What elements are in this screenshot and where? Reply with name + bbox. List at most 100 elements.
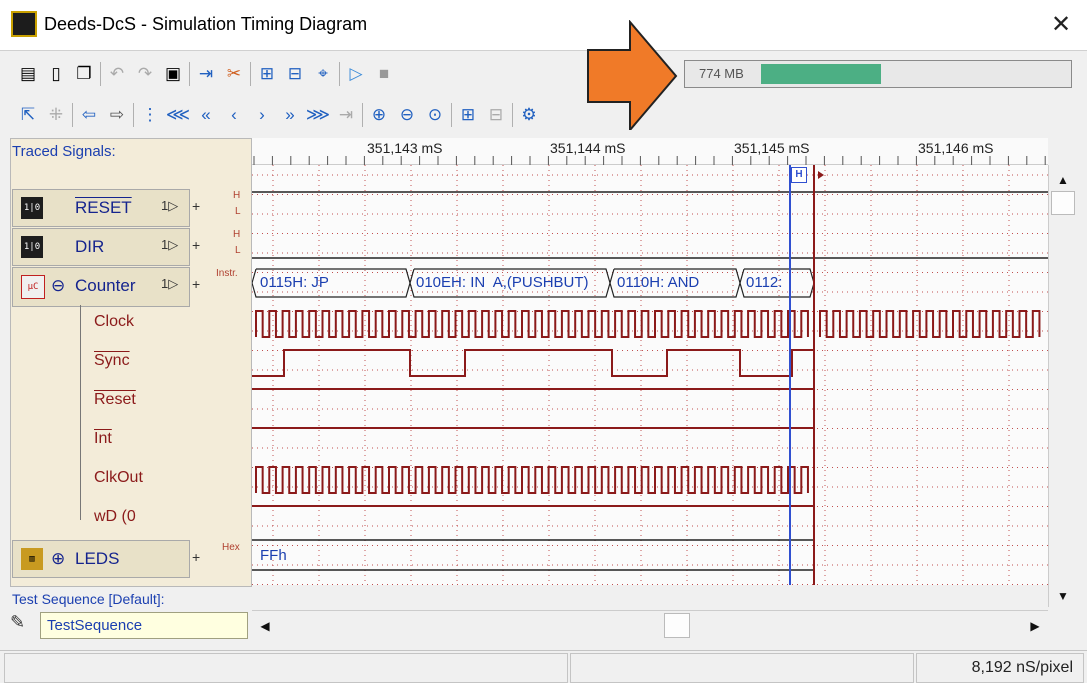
level-high-label: H xyxy=(233,190,241,201)
scroll-thumb[interactable] xyxy=(1051,191,1075,215)
run-icon[interactable]: ▷ xyxy=(344,60,368,88)
separator xyxy=(100,62,101,86)
expand-arrow-icon[interactable]: 1▷ xyxy=(161,276,178,292)
separator xyxy=(189,62,190,86)
signal-name: LEDS xyxy=(75,549,120,568)
subsignal-clock[interactable]: Clock xyxy=(94,313,134,331)
vertical-scrollbar[interactable]: ▲ ▼ xyxy=(1048,165,1078,607)
memory-indicator: 774 MB xyxy=(684,60,1072,88)
timeline-icon[interactable]: ⋮ xyxy=(138,101,162,129)
print-icon[interactable]: ▤ xyxy=(16,60,40,88)
cut-icon[interactable]: ✂ xyxy=(222,60,246,88)
scroll-right-icon[interactable]: ▶ xyxy=(1022,613,1048,639)
window-title: Deeds-DcS - Simulation Timing Diagram xyxy=(44,14,368,34)
ruler-label: 351,144 mS xyxy=(550,140,626,156)
paste-icon[interactable]: ▣ xyxy=(161,60,185,88)
plus-icon[interactable]: + xyxy=(192,237,200,253)
status-bar: 8,192 nS/pixel xyxy=(0,650,1087,683)
switch-icon: 1|0 xyxy=(21,236,43,258)
import-icon[interactable]: ⇥ xyxy=(194,60,218,88)
step-forward-icon[interactable]: › xyxy=(250,101,274,129)
test-sequence-field[interactable]: TestSequence xyxy=(40,612,248,639)
time-ruler[interactable]: 351,143 mS 351,144 mS 351,145 mS 351,146… xyxy=(252,138,1048,165)
status-cell: 8,192 nS/pixel xyxy=(916,653,1084,683)
app-icon xyxy=(11,11,37,37)
separator xyxy=(451,103,452,127)
zoom-in-icon[interactable]: ⊕ xyxy=(367,101,391,129)
separator xyxy=(512,103,513,127)
subsignal-wd[interactable]: wD (0 xyxy=(94,508,136,526)
signal-row-dir[interactable]: 1|0 DIR 1▷ xyxy=(12,228,190,266)
zoom-fit-icon[interactable]: ⊙ xyxy=(423,101,447,129)
document-icon[interactable]: ▯ xyxy=(44,60,68,88)
plus-icon[interactable]: + xyxy=(192,198,200,214)
select-icon[interactable]: ⌖ xyxy=(311,60,335,88)
subsignal-int[interactable]: Int xyxy=(94,430,112,448)
redo-icon[interactable]: ↷ xyxy=(133,60,157,88)
end-icon[interactable]: ⇥ xyxy=(334,101,358,129)
toolbar-row-1: ▤ ▯ ❐ ↶ ↷ ▣ ⇥ ✂ ⊞ ⊟ ⌖ ▷ ■ xyxy=(16,60,396,88)
cursor-marker[interactable]: H xyxy=(791,167,807,183)
separator xyxy=(362,103,363,127)
instruction-label: 0112: xyxy=(746,274,783,291)
back-arrow-icon[interactable]: ⇦ xyxy=(77,101,101,129)
copy-icon[interactable]: ❐ xyxy=(72,60,96,88)
signal-row-reset[interactable]: 1|0 RESET 1▷ xyxy=(12,189,190,227)
status-cell xyxy=(570,653,914,683)
forward-arrow-icon[interactable]: ⇨ xyxy=(105,101,129,129)
instruction-label: 010EH: IN A,(PUSHBUT) xyxy=(416,274,589,291)
add-signal-icon[interactable]: ⊞ xyxy=(456,101,480,129)
plus-icon[interactable]: + xyxy=(192,549,200,565)
stop-icon[interactable]: ■ xyxy=(372,60,396,88)
subsignal-clkout[interactable]: ClkOut xyxy=(94,469,143,487)
plus-icon[interactable]: + xyxy=(192,276,200,292)
pointer-icon[interactable]: ⇱ xyxy=(16,101,40,129)
microcontroller-icon: μC xyxy=(21,275,45,299)
separator xyxy=(339,62,340,86)
step-back-icon[interactable]: ‹ xyxy=(222,101,246,129)
memory-label: 774 MB xyxy=(699,66,744,81)
zoom-out-icon[interactable]: ⊖ xyxy=(395,101,419,129)
close-icon[interactable]: ✕ xyxy=(1046,10,1076,40)
forward-icon[interactable]: » xyxy=(278,101,302,129)
subsignal-sync[interactable]: Sync xyxy=(94,352,130,370)
instruction-label: 0115H: JP xyxy=(260,274,329,291)
scroll-left-icon[interactable]: ◀ xyxy=(252,613,278,639)
remove-signal-icon[interactable]: ⊟ xyxy=(484,101,508,129)
separator xyxy=(72,103,73,127)
undo-icon[interactable]: ↶ xyxy=(105,60,129,88)
align-icon[interactable]: ⊟ xyxy=(283,60,307,88)
separator xyxy=(133,103,134,127)
scroll-up-icon[interactable]: ▲ xyxy=(1050,167,1076,193)
clock-waveform xyxy=(255,310,809,338)
rewind-icon[interactable]: « xyxy=(194,101,218,129)
level-low-label: L xyxy=(235,206,241,217)
level-low-label: L xyxy=(235,245,241,256)
hex-label: Hex xyxy=(222,542,240,553)
rewind-fast-icon[interactable]: ⋘ xyxy=(166,101,190,129)
test-sequence-value: TestSequence xyxy=(47,617,143,634)
expand-arrow-icon[interactable]: 1▷ xyxy=(161,237,178,253)
scroll-thumb[interactable] xyxy=(664,613,690,638)
signal-row-leds[interactable]: ▥ ⊕ LEDS xyxy=(12,540,190,578)
test-sequence-icon: ✎ xyxy=(10,612,26,632)
sync-waveform xyxy=(252,349,815,377)
signal-row-counter[interactable]: μC ⊖ Counter 1▷ xyxy=(12,267,190,307)
ruler-label: 351,146 mS xyxy=(918,140,994,156)
test-sequence-title: Test Sequence [Default]: xyxy=(12,591,165,607)
timing-trace-area[interactable]: 0115H: JP 010EH: IN A,(PUSHBUT) 0110H: A… xyxy=(252,165,1048,585)
leds-value: FFh xyxy=(260,547,287,564)
subsignal-reset[interactable]: Reset xyxy=(94,391,136,409)
forward-fast-icon[interactable]: ⋙ xyxy=(306,101,330,129)
collapse-icon[interactable]: ⊖ xyxy=(51,276,65,296)
layout-icon[interactable]: ⊞ xyxy=(255,60,279,88)
scroll-down-icon[interactable]: ▼ xyxy=(1050,583,1076,609)
instruction-label: 0110H: AND xyxy=(617,274,700,291)
expand-arrow-icon[interactable]: 1▷ xyxy=(161,198,178,214)
settings-icon[interactable]: ⚙ xyxy=(517,101,541,129)
chip-icon[interactable]: ⁜ xyxy=(44,101,68,129)
horizontal-scrollbar[interactable]: ◀ ▶ xyxy=(252,610,1048,640)
expand-icon[interactable]: ⊕ xyxy=(51,549,65,569)
traced-signals-title: Traced Signals: xyxy=(12,143,116,160)
callout-arrow xyxy=(587,20,678,130)
